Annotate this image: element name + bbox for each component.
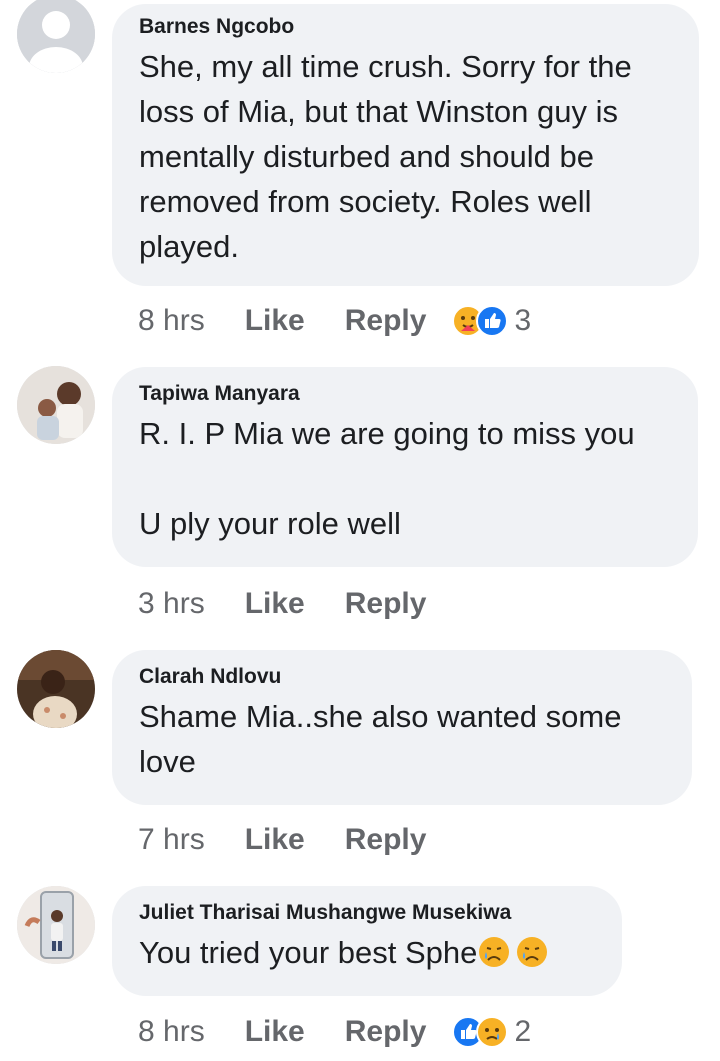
sad-icon [476,1016,509,1048]
profile-photo-icon [17,886,95,964]
comment-text-body: You tried your best Sphe [139,935,478,970]
comment-bubble: Barnes Ngcobo She, my all time crush. So… [112,4,699,286]
avatar[interactable] [17,366,95,444]
comment-bubble: Juliet Tharisai Mushangwe Musekiwa You t… [112,886,622,996]
profile-photo-icon [17,650,95,728]
like-button[interactable]: Like [245,823,305,857]
comment-actions: 8 hrs Like Reply 2 [138,1012,531,1052]
comment-time[interactable]: 8 hrs [138,1015,205,1049]
comment-time[interactable]: 7 hrs [138,823,205,857]
crying-face-emoji [477,935,511,981]
like-button[interactable]: Like [245,1015,305,1049]
avatar[interactable] [17,0,95,73]
comment-author[interactable]: Juliet Tharisai Mushangwe Musekiwa [139,900,594,926]
reaction-count: 3 [514,304,532,337]
like-button[interactable]: Like [245,587,305,621]
reply-button[interactable]: Reply [345,823,427,857]
comment-actions: 8 hrs Like Reply 3 [138,301,531,341]
comment-text: Shame Mia..she also wanted some love [139,699,622,779]
like-button[interactable]: Like [245,304,305,338]
reaction-count: 2 [514,1015,532,1048]
comment-time[interactable]: 8 hrs [138,304,205,338]
comment-text: She, my all time crush. Sorry for the lo… [139,49,632,264]
reaction-summary[interactable]: 2 [452,1015,531,1049]
comment-bubble: Tapiwa Manyara R. I. P Mia we are going … [112,367,698,567]
reply-button[interactable]: Reply [345,1015,427,1049]
like-icon [476,305,509,337]
comment-author[interactable]: Clarah Ndlovu [139,664,664,690]
crying-face-emoji [515,935,549,981]
comment-actions: 7 hrs Like Reply [138,820,466,860]
reply-button[interactable]: Reply [345,587,427,621]
comment-text: You tried your best Sphe [139,930,594,981]
comment-author[interactable]: Tapiwa Manyara [139,381,670,407]
comment-time[interactable]: 3 hrs [138,587,205,621]
comment-actions: 3 hrs Like Reply [138,584,466,624]
avatar[interactable] [17,886,95,964]
comment-bubble: Clarah Ndlovu Shame Mia..she also wanted… [112,650,692,805]
comment-author[interactable]: Barnes Ngcobo [139,14,671,40]
profile-photo-icon [17,366,95,444]
avatar[interactable] [17,650,95,728]
reply-button[interactable]: Reply [345,304,427,338]
default-avatar-icon [17,0,95,73]
reaction-summary[interactable]: 3 [452,304,531,338]
comment-text: R. I. P Mia we are going to miss you U p… [139,416,635,541]
